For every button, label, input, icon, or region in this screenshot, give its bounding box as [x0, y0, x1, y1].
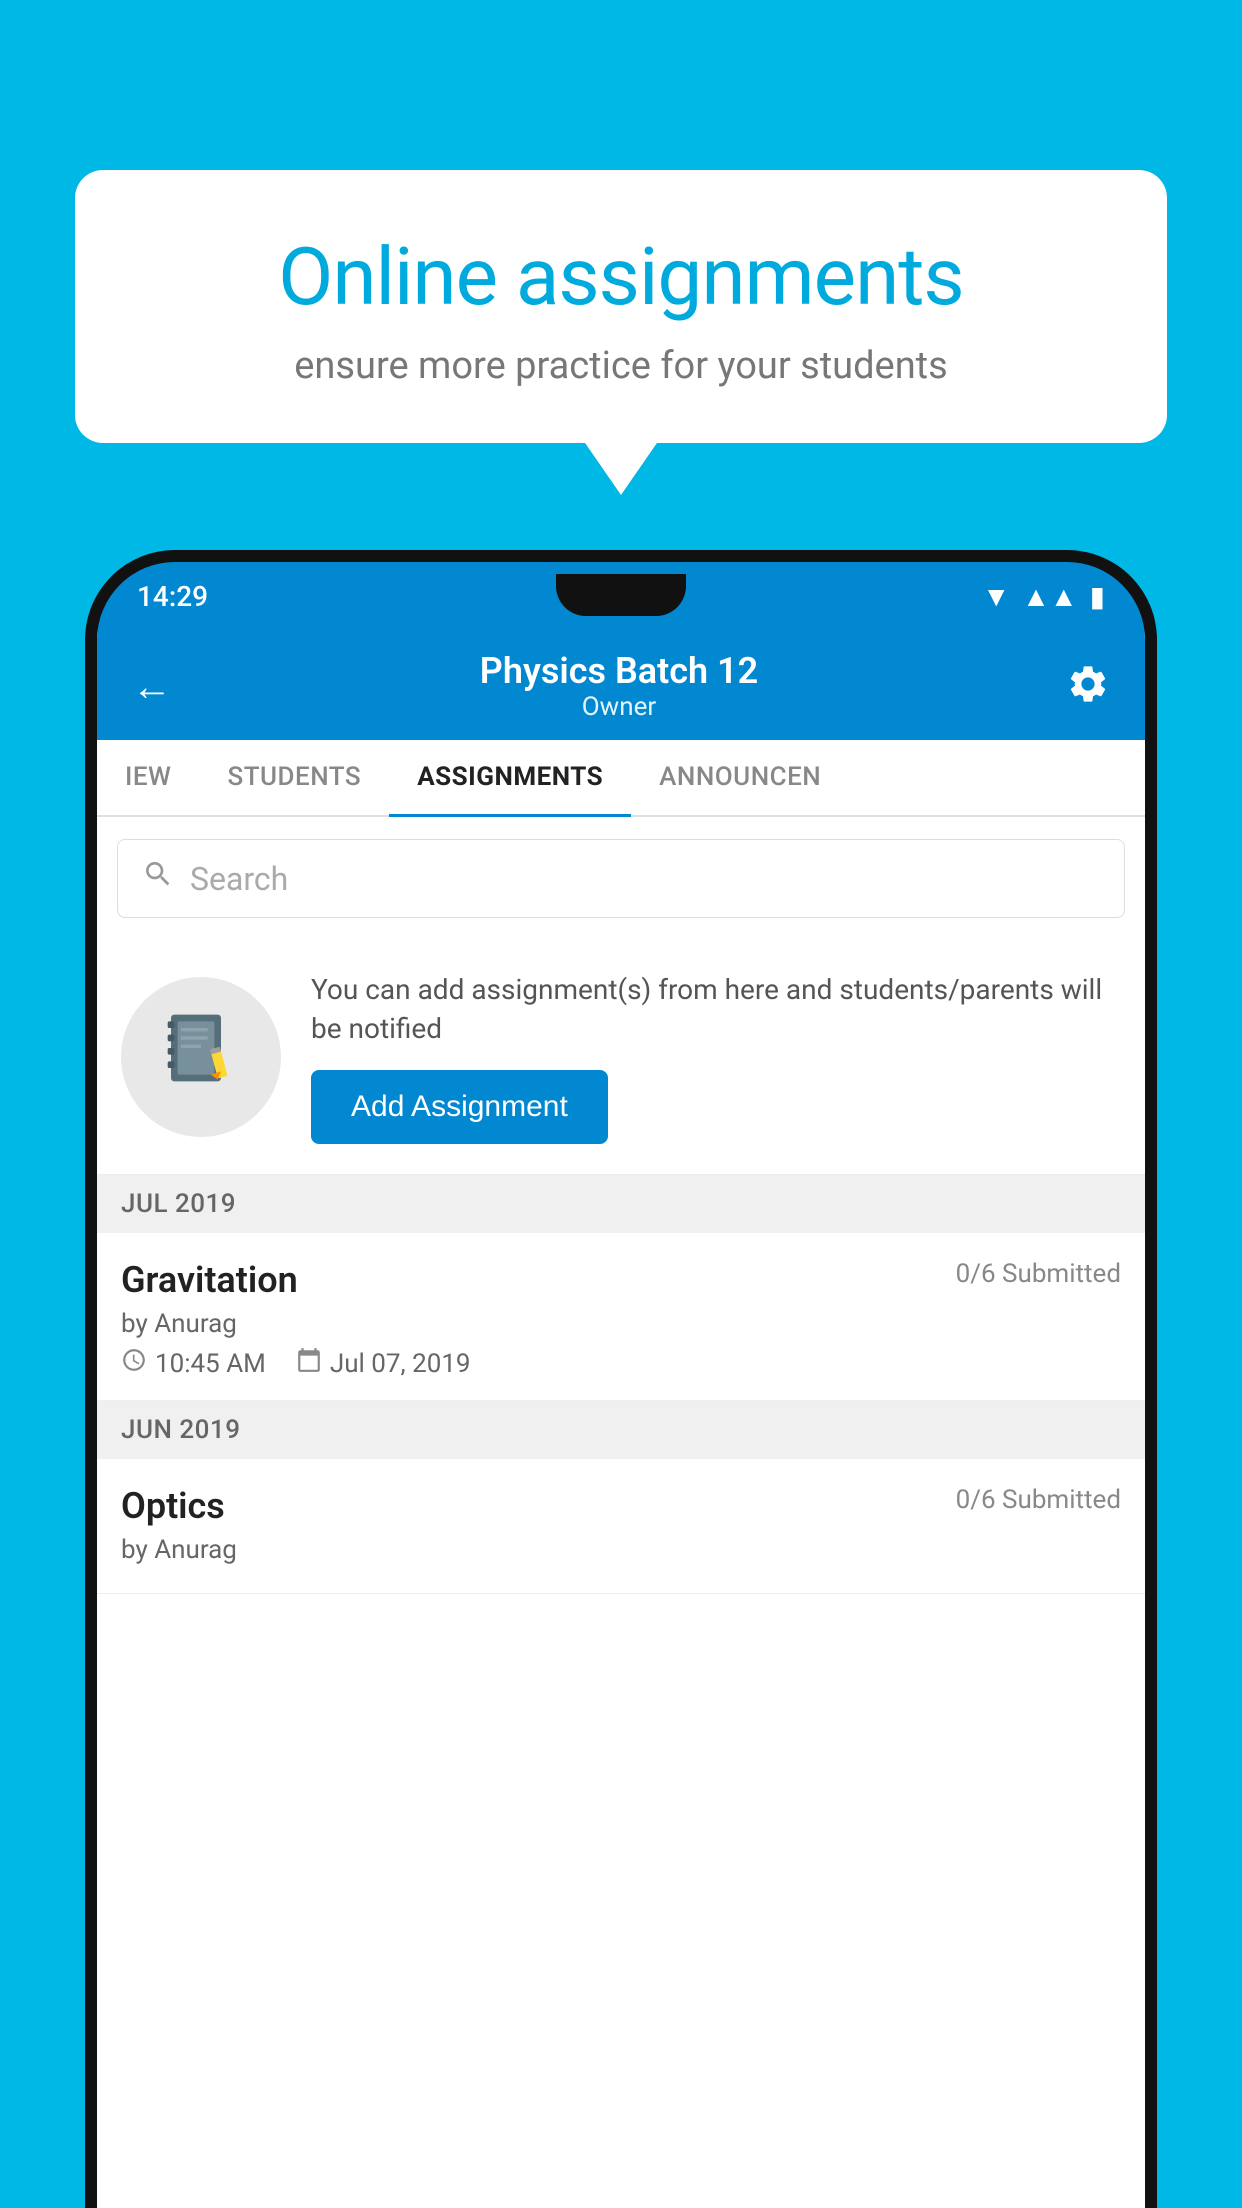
tab-announcements[interactable]: ANNOUNCEN: [631, 740, 849, 817]
battery-icon: ▮: [1090, 580, 1105, 613]
add-assignment-button[interactable]: Add Assignment: [311, 1070, 608, 1144]
search-icon: [142, 858, 174, 899]
optics-author: by Anurag: [121, 1535, 1121, 1565]
clock-icon: [121, 1347, 147, 1380]
bubble-subtitle: ensure more practice for your students: [145, 344, 1097, 388]
header-subtitle: Owner: [480, 692, 758, 722]
back-button[interactable]: ←: [132, 663, 172, 710]
assignment-author: by Anurag: [121, 1309, 1121, 1339]
add-assignment-section: You can add assignment(s) from here and …: [97, 940, 1145, 1175]
assignment-time: 10:45 AM: [121, 1347, 266, 1380]
assignment-icon-circle: [121, 977, 281, 1137]
search-placeholder: Search: [190, 860, 288, 898]
assignment-item-optics[interactable]: Optics 0/6 Submitted by Anurag: [97, 1459, 1145, 1594]
date-value: Jul 07, 2019: [330, 1349, 471, 1379]
wifi-icon: ▼: [982, 580, 1010, 613]
tab-assignments[interactable]: ASSIGNMENTS: [389, 740, 631, 817]
status-time: 14:29: [137, 580, 208, 613]
tab-students[interactable]: STUDENTS: [199, 740, 389, 817]
header-title: Physics Batch 12: [480, 650, 758, 692]
assignment-item-gravitation[interactable]: Gravitation 0/6 Submitted by Anurag 10:4…: [97, 1233, 1145, 1401]
optics-assignment-top: Optics 0/6 Submitted: [121, 1485, 1121, 1527]
month-header-jul: JUL 2019: [97, 1175, 1145, 1233]
phone-inner: 14:29 ▼ ▲▲ ▮ ← Physics Batch 12 Owner: [97, 562, 1145, 2208]
calendar-icon: [296, 1347, 322, 1380]
speech-bubble: Online assignments ensure more practice …: [75, 170, 1167, 443]
optics-name: Optics: [121, 1485, 225, 1527]
assignment-name: Gravitation: [121, 1259, 298, 1301]
assignment-meta: 10:45 AM Jul 07, 2019: [121, 1347, 1121, 1380]
app-header: ← Physics Batch 12 Owner: [97, 630, 1145, 740]
notebook-icon: [161, 1008, 241, 1106]
phone-frame: 14:29 ▼ ▲▲ ▮ ← Physics Batch 12 Owner: [85, 550, 1157, 2208]
assignment-date: Jul 07, 2019: [296, 1347, 471, 1380]
assignment-top: Gravitation 0/6 Submitted: [121, 1259, 1121, 1301]
settings-button[interactable]: [1066, 662, 1110, 710]
tabs-container: IEW STUDENTS ASSIGNMENTS ANNOUNCEN: [97, 740, 1145, 817]
speech-bubble-container: Online assignments ensure more practice …: [75, 170, 1167, 443]
assignment-submitted: 0/6 Submitted: [956, 1259, 1121, 1289]
time-value: 10:45 AM: [155, 1349, 266, 1379]
phone-notch: [556, 574, 686, 616]
header-center: Physics Batch 12 Owner: [480, 650, 758, 722]
bubble-title: Online assignments: [145, 230, 1097, 324]
month-header-jun: JUN 2019: [97, 1401, 1145, 1459]
optics-submitted: 0/6 Submitted: [956, 1485, 1121, 1515]
content-area: Search: [97, 817, 1145, 2208]
tab-iew[interactable]: IEW: [97, 740, 199, 817]
add-assignment-description: You can add assignment(s) from here and …: [311, 970, 1121, 1048]
add-assignment-text: You can add assignment(s) from here and …: [311, 970, 1121, 1144]
status-icons: ▼ ▲▲ ▮: [982, 580, 1105, 613]
signal-icon: ▲▲: [1022, 580, 1077, 613]
search-bar[interactable]: Search: [117, 839, 1125, 918]
phone-screen: ← Physics Batch 12 Owner IEW STUDENTS AS…: [97, 630, 1145, 2208]
